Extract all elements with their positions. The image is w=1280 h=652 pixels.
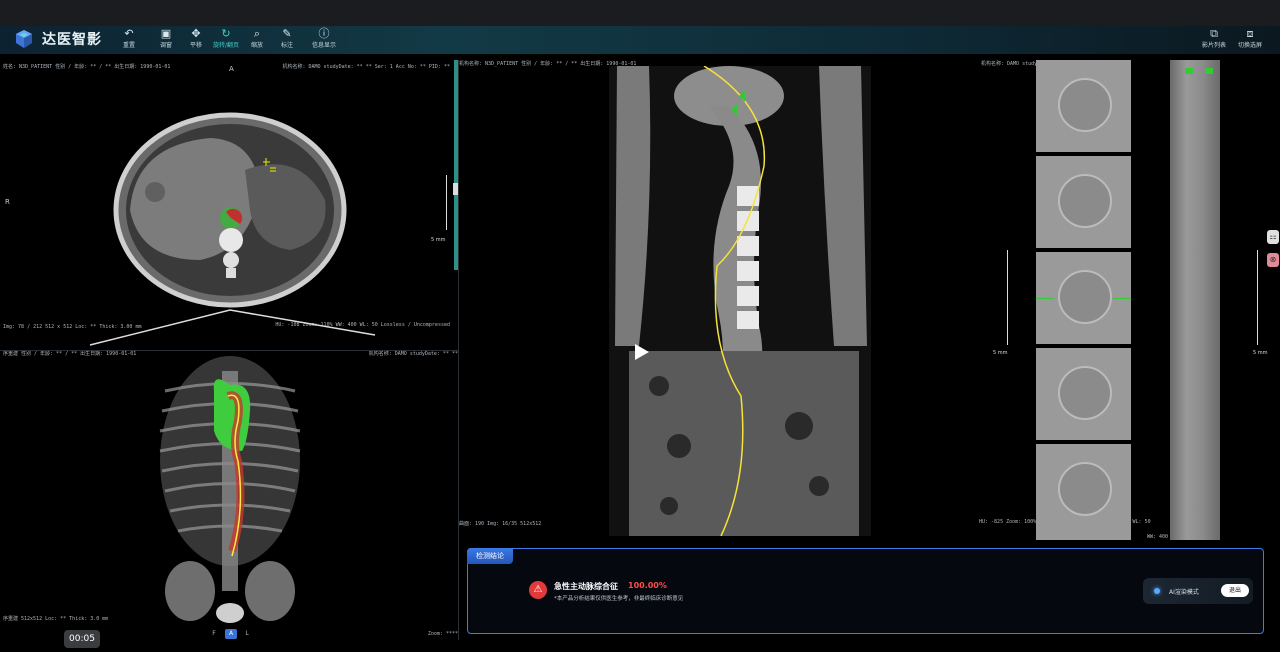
ai-status-icon: [1154, 588, 1160, 594]
diagnosis-name: 急性主动脉综合征: [554, 582, 618, 591]
cross-section-slice-4[interactable]: [1036, 348, 1131, 440]
straightened-window-info: WW: 400: [1147, 534, 1169, 540]
result-tab[interactable]: 检测结论: [467, 548, 513, 564]
annotate-tool[interactable]: ✎ 标注: [267, 27, 307, 49]
ai-render-mode-box: AI渲染模式 退出: [1143, 578, 1253, 604]
axial-scale-bar: [442, 175, 447, 230]
volume-zoom-info: Zoom: ****: [427, 631, 458, 637]
exit-button[interactable]: 退出: [1221, 584, 1249, 597]
volume-image-info: 序重建 512x512 Loc: ** Thick: 3.0 mm: [3, 616, 109, 622]
orientation-anterior: A: [229, 65, 234, 73]
volume-study-info: 机构名称: DAMO studyDate: ** **: [368, 351, 458, 357]
pan-label: 平移: [189, 42, 202, 49]
play-icon[interactable]: [633, 342, 651, 362]
logo-cube-icon: [16, 30, 32, 48]
volume-render-image: [159, 356, 301, 623]
zoom-label: 缩放: [250, 42, 263, 49]
cross-section-slice-1[interactable]: [1036, 60, 1131, 152]
video-timer: 00:05: [64, 630, 100, 648]
axial-patient-info: 姓名: N3D_PATIENT 性别 / 年龄: ** / ** 出生日期: 1…: [3, 64, 171, 70]
rotate-label: 旋转/翻页: [212, 42, 240, 49]
info-label: 信息显示: [311, 42, 336, 49]
orient-button-l[interactable]: L: [241, 629, 253, 639]
undo-icon: ↶: [124, 27, 134, 40]
orient-button-f[interactable]: F: [208, 629, 220, 639]
reset-label: 重置: [122, 42, 135, 49]
curved-mpr-viewport[interactable]: 机构名称: N3D_PATIENT 性别 / 年龄: ** / ** 出生日期:…: [459, 60, 974, 542]
annotate-icon: ✎: [282, 27, 292, 40]
straightened-scale-label: 5 mm: [1253, 350, 1268, 356]
warning-icon: ⚠: [529, 581, 547, 599]
axial-scale-label: 5 mm: [431, 237, 446, 243]
main-toolbar: 达医智影 ↶ 重置 ▣ 调窗 ✥ 平移 ↻ 旋转/翻页 ⌕ 缩放 ✎ 标注 ⓘ 信息显示 ⧉ 影…: [0, 26, 1280, 54]
cross-section-slice-5[interactable]: [1036, 444, 1131, 540]
film-list-icon: ⧉: [1210, 27, 1218, 40]
side-tool-button-1[interactable]: ⚏: [1267, 230, 1279, 244]
volume-render-viewport[interactable]: 序重建 性别 / 年龄: ** / ** 出生日期: 1990-01-01 机构…: [0, 351, 459, 640]
app-title: 达医智影: [42, 32, 102, 48]
axial-scrollbar[interactable]: [454, 60, 458, 270]
reset-tool[interactable]: ↶ 重置: [109, 27, 149, 49]
switch-screen-icon: ⧈: [1246, 27, 1254, 40]
curved-image-info: 曲面: 190 Img: 16/35 512x512: [459, 521, 542, 527]
straightened-vessel-view[interactable]: [1170, 60, 1220, 540]
cross-section-viewport[interactable]: 机构名称: DAMO studyDate: ** ** HU: -825 Zoo…: [975, 60, 1280, 542]
diagnosis-score: 100.00%: [628, 581, 667, 590]
axial-viewport[interactable]: 姓名: N3D_PATIENT 性别 / 年龄: ** / ** 出生日期: 1…: [0, 60, 459, 351]
volume-patient-info: 序重建 性别 / 年龄: ** / ** 出生日期: 1990-01-01: [3, 351, 137, 357]
axial-study-info: 机构名称: DAMO studyDate: ** ** Ser: 1 Acc N…: [282, 64, 450, 70]
cross-section-slice-2[interactable]: [1036, 156, 1131, 248]
axial-ct-image: [89, 112, 376, 346]
side-tool-button-2[interactable]: ⊗: [1267, 253, 1279, 267]
switch-screen-button[interactable]: ⧈ 切换选屏: [1230, 27, 1270, 49]
curved-ct-image: [609, 66, 871, 536]
cross-section-slice-3[interactable]: [1036, 252, 1131, 344]
annotate-label: 标注: [280, 42, 293, 49]
app-logo: 达医智影: [14, 29, 102, 49]
diagnosis-disclaimer: *本产品分析结果仅供医生参考，非最终临床诊断意见: [554, 596, 684, 602]
os-title-bar: [0, 0, 1280, 26]
window-label: 调窗: [159, 42, 172, 49]
film-list-button[interactable]: ⧉ 影片列表: [1194, 27, 1234, 49]
straightened-scale-bar: [1253, 250, 1258, 345]
info-tool[interactable]: ⓘ 信息显示: [304, 27, 344, 49]
detection-result-panel: 检测结论 ⚠ 急性主动脉综合征 100.00% *本产品分析结果仅供医生参考，非…: [467, 548, 1264, 634]
switch-screen-label: 切换选屏: [1237, 42, 1262, 49]
film-list-label: 影片列表: [1201, 42, 1226, 49]
info-icon: ⓘ: [318, 27, 330, 40]
cross-scale-bar: [1003, 250, 1008, 345]
ai-mode-label: AI渲染模式: [1169, 589, 1199, 596]
cross-scale-label: 5 mm: [993, 350, 1008, 356]
orientation-right: R: [5, 198, 10, 206]
orient-button-a[interactable]: A: [225, 629, 237, 639]
